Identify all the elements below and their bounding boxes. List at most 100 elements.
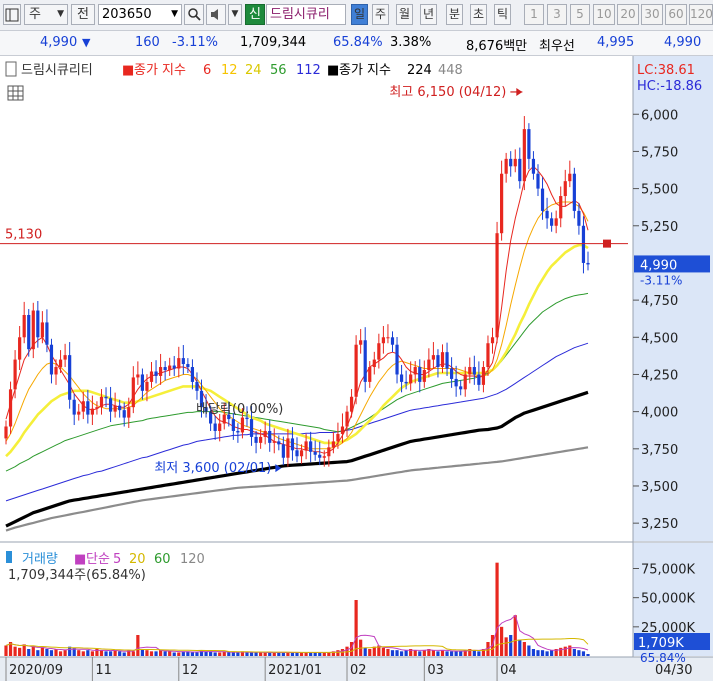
- candle-body: [345, 411, 349, 427]
- search-icon[interactable]: [184, 4, 204, 25]
- hc-label: HC:-18.86: [637, 79, 702, 94]
- price-chart[interactable]: 6,000 5,750 5,500 5,250 4,750 4,500 4,250 4,000…: [0, 56, 713, 681]
- volume-bar: [22, 644, 26, 656]
- period-tab-5[interactable]: 초: [470, 4, 487, 25]
- period-tab-4[interactable]: 분: [446, 4, 463, 25]
- volume-bar: [158, 650, 163, 656]
- candle-body: [372, 359, 376, 368]
- period-tab-0[interactable]: 일: [351, 4, 368, 25]
- volume-bar: [522, 642, 526, 656]
- volume-bar: [231, 652, 235, 656]
- speaker-dropdown-icon[interactable]: ▼: [228, 4, 242, 25]
- volume-tick-label: 50,000K: [641, 592, 695, 607]
- candle-body: [572, 173, 576, 211]
- interval-button-120[interactable]: 120: [689, 4, 713, 25]
- volume-bar: [572, 649, 576, 656]
- volume-bar: [36, 650, 40, 656]
- x-tick-label: 04/30: [655, 663, 692, 678]
- panel-icon[interactable]: [3, 4, 21, 25]
- chevron-down-icon: ▼: [171, 9, 178, 19]
- period-tab-1[interactable]: 주: [372, 4, 389, 25]
- candle-body: [245, 417, 249, 420]
- interval-button-60[interactable]: 60: [665, 4, 687, 25]
- candle-body: [45, 322, 49, 345]
- x-tick-label: 04: [500, 663, 517, 678]
- candle-body: [381, 337, 385, 344]
- volume-bar: [281, 652, 285, 656]
- volume-bar: [290, 652, 295, 656]
- volume-bar: [581, 651, 586, 656]
- candle-body: [531, 158, 536, 174]
- candle-body: [136, 374, 140, 378]
- candle-body: [377, 343, 381, 360]
- legend-ma-12: 12: [221, 63, 238, 78]
- candle-body: [131, 377, 135, 408]
- candle-body: [145, 381, 149, 391]
- candle-body: [22, 314, 26, 338]
- candle-body: [290, 438, 295, 451]
- best-bid: 4,990: [664, 35, 702, 50]
- y-tick-label: 4,500: [641, 331, 678, 346]
- candle-body: [8, 389, 13, 427]
- stock-code-input[interactable]: 203650 ▼: [98, 4, 182, 25]
- y-tick-label: 3,250: [641, 517, 678, 532]
- volume-bar: [550, 650, 554, 656]
- candle-body: [31, 310, 35, 350]
- legend-ma-24: 24: [245, 63, 262, 78]
- volume-bar: [318, 652, 322, 656]
- candle-body: [18, 337, 22, 360]
- candle-body: [36, 310, 40, 338]
- volume-bar: [236, 652, 240, 656]
- candle-body: [99, 396, 104, 408]
- interval-button-3[interactable]: 3: [547, 4, 567, 25]
- volume-bar: [245, 652, 249, 656]
- volume-bar: [199, 650, 204, 656]
- volume-bar: [540, 650, 545, 656]
- candle-body: [431, 355, 436, 360]
- grid-toggle-icon[interactable]: [7, 85, 24, 101]
- interval-button-10[interactable]: 10: [593, 4, 615, 25]
- trade-volume: 1,709,344: [240, 35, 307, 50]
- volume-bar: [58, 651, 63, 656]
- speaker-icon[interactable]: [206, 4, 226, 25]
- candle-body: [399, 374, 404, 382]
- interval-button-20[interactable]: 20: [617, 4, 639, 25]
- price-change-pct: -3.11%: [172, 35, 218, 50]
- volume-pct-label: 65.84%: [640, 651, 686, 665]
- candle-body: [331, 441, 335, 448]
- chart-area[interactable]: 6,000 5,750 5,500 5,250 4,750 4,500 4,250 4,000…: [0, 56, 713, 681]
- interval-button-30[interactable]: 30: [641, 4, 663, 25]
- candle-body: [527, 129, 531, 159]
- candle-body: [359, 340, 363, 345]
- period-tab-3[interactable]: 년: [420, 4, 437, 25]
- prefix-button[interactable]: 전: [71, 4, 95, 25]
- market-select[interactable]: 주 ▼: [24, 4, 68, 25]
- candle-body: [186, 364, 190, 368]
- legend-stock-name: 드림시큐리티: [21, 63, 93, 78]
- legend-bullet: ■: [122, 63, 134, 78]
- period-tab-6[interactable]: 틱: [494, 4, 511, 25]
- candle-body: [577, 210, 581, 226]
- volume-bar: [299, 652, 304, 656]
- volume-bar: [259, 652, 263, 656]
- interval-button-1[interactable]: 1: [524, 4, 544, 25]
- volume-bar: [513, 615, 517, 656]
- volume-current-label: 1,709K: [638, 636, 684, 651]
- volume-bar: [527, 645, 531, 656]
- y-tick-label: 4,250: [641, 368, 678, 383]
- candle-body: [4, 426, 8, 439]
- interval-button-5[interactable]: 5: [570, 4, 590, 25]
- candle-body: [468, 367, 472, 375]
- y-tick-label: 5,250: [641, 220, 678, 235]
- candle-body: [72, 399, 76, 415]
- candle-body: [486, 343, 490, 368]
- volume-bar: [381, 647, 385, 656]
- candle-body: [422, 370, 426, 382]
- candle-body: [363, 340, 367, 382]
- y-tick-label: 4,000: [641, 406, 678, 421]
- period-tab-2[interactable]: 월: [396, 4, 413, 25]
- volume-bar: [472, 650, 476, 656]
- candle-body: [108, 398, 113, 412]
- stock-name: 드림시큐리: [266, 4, 346, 25]
- candle-body: [181, 358, 185, 365]
